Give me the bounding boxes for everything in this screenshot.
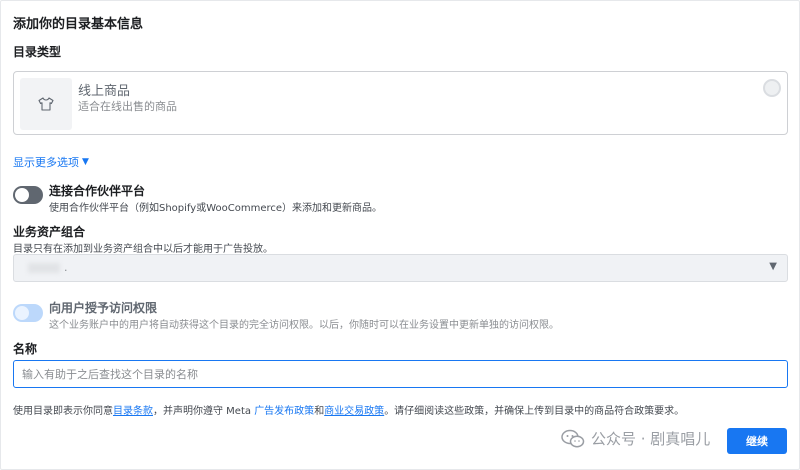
continue-button[interactable]: 继续 — [727, 428, 787, 454]
business-portfolio-select[interactable]: . ▼ — [13, 254, 788, 282]
redacted-value — [28, 263, 60, 273]
catalog-type-label: 目录类型 — [13, 45, 62, 59]
show-more-options-link[interactable]: 显示更多选项 ▼ — [13, 154, 89, 170]
catalog-terms-link[interactable]: 目录条款 — [113, 406, 153, 417]
partner-platform-title: 连接合作伙伴平台 — [49, 184, 146, 198]
catalog-type-option-online-products[interactable]: 线上商品 适合在线出售的商品 — [13, 71, 788, 135]
watermark-text: 公众号 · 剧真唱儿 — [591, 430, 711, 448]
catalog-thumb — [20, 78, 72, 130]
user-access-toggle[interactable] — [13, 304, 43, 322]
catalog-setup-panel: 添加你的目录基本信息 目录类型 线上商品 适合在线出售的商品 显示更多选项 ▼ … — [0, 0, 800, 470]
business-portfolio-help: 目录只有在添加到业务资产组合中以后才能用于广告投放。 — [13, 244, 273, 255]
partner-platform-description: 使用合作伙伴平台（例如Shopify或WooCommerce）来添加和更新商品。 — [49, 203, 383, 214]
user-access-description: 这个业务账户中的用户将自动获得这个目录的完全访问权限。以后，你随时可以在业务设置… — [49, 320, 559, 331]
terms-prefix: 使用目录即表示你同意 — [13, 406, 113, 417]
page-title: 添加你的目录基本信息 — [13, 17, 144, 32]
wechat-watermark: 公众号 · 剧真唱儿 — [561, 428, 710, 449]
catalog-option-radio[interactable] — [763, 79, 781, 97]
business-portfolio-value: . — [64, 261, 68, 274]
terms-and: 和 — [314, 406, 325, 417]
show-more-label: 显示更多选项 — [13, 156, 79, 169]
toggle-knob — [15, 188, 29, 202]
chevron-down-icon: ▼ — [769, 261, 777, 272]
catalog-option-description: 适合在线出售的商品 — [78, 100, 177, 113]
name-label: 名称 — [13, 342, 38, 356]
terms-text: 使用目录即表示你同意目录条款，并声明你遵守 Meta 广告发布政策和商业交易政策… — [13, 402, 684, 417]
business-portfolio-label: 业务资产组合 — [13, 225, 86, 239]
partner-platform-toggle[interactable] — [13, 186, 43, 204]
terms-mid: ，并声明你遵守 Meta — [153, 406, 255, 417]
ad-policy-link[interactable]: 广告发布政策 — [254, 406, 314, 417]
terms-suffix: 。请仔细阅读这些政策，并确保上传到目录中的商品符合政策要求。 — [384, 406, 685, 417]
user-access-title: 向用户授予访问权限 — [49, 301, 158, 315]
catalog-option-title: 线上商品 — [78, 84, 131, 99]
catalog-name-input[interactable] — [13, 360, 788, 388]
commerce-policy-link[interactable]: 商业交易政策 — [324, 406, 384, 417]
caret-down-icon: ▼ — [82, 157, 89, 167]
tshirt-icon — [38, 97, 54, 111]
toggle-knob — [15, 306, 29, 320]
wechat-icon — [561, 429, 585, 447]
